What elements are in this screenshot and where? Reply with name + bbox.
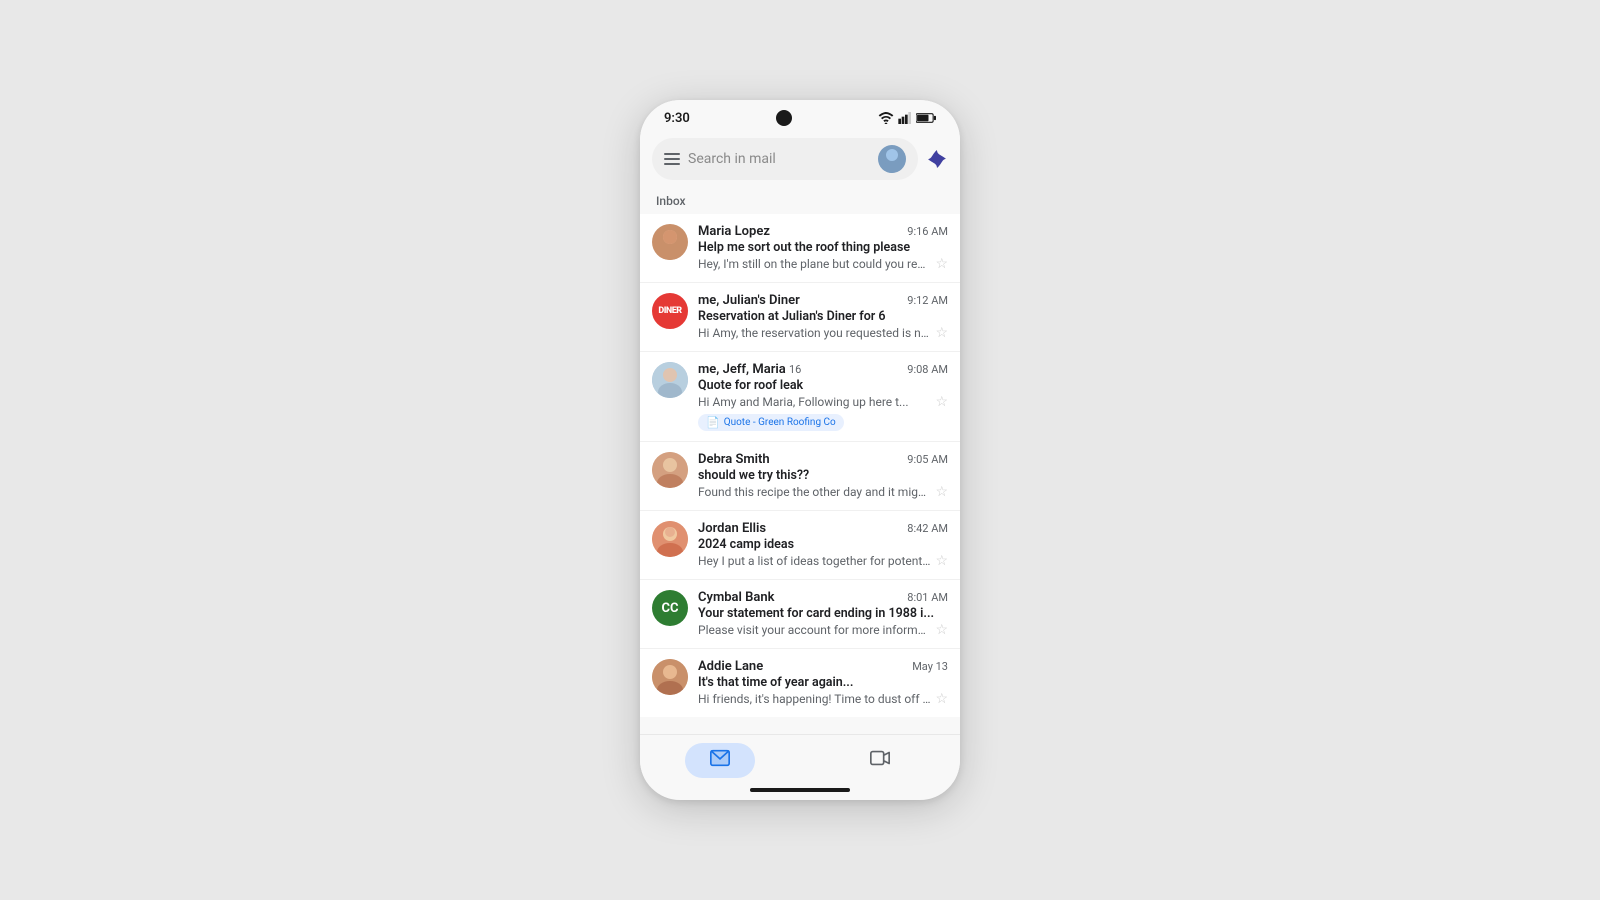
email-subject: Quote for roof leak [698, 378, 948, 393]
email-preview-row: Hey I put a list of ideas together for p… [698, 553, 948, 569]
email-preview: Hi Amy, the reservation you requested is… [698, 326, 931, 340]
email-header: me, Jeff, Maria 16 9:08 AM [698, 362, 948, 377]
status-bar: 9:30 [640, 100, 960, 130]
email-preview: Hey, I'm still on the plane but could yo… [698, 257, 931, 271]
attachment-chip[interactable]: 📄 Quote - Green Roofing Co [698, 414, 844, 431]
email-time: 8:01 AM [907, 591, 948, 604]
search-bar-row: Search in mail [640, 130, 960, 190]
email-preview: Hey I put a list of ideas together for p… [698, 554, 931, 568]
user-avatar[interactable] [878, 145, 906, 173]
avatar: DINER [652, 293, 688, 329]
email-sender: Debra Smith [698, 452, 770, 467]
email-content: Cymbal Bank 8:01 AM Your statement for c… [698, 590, 948, 638]
email-preview: Hi friends, it's happening! Time to dust… [698, 692, 931, 706]
star-icon[interactable]: ☆ [935, 256, 948, 272]
avatar: CC [652, 590, 688, 626]
nav-meet[interactable] [845, 743, 915, 778]
star-icon[interactable]: ☆ [935, 622, 948, 638]
nav-mail[interactable] [685, 743, 755, 778]
email-header: Debra Smith 9:05 AM [698, 452, 948, 467]
star-icon[interactable]: ☆ [935, 553, 948, 569]
home-indicator [750, 788, 850, 792]
email-time: 9:05 AM [907, 453, 948, 466]
search-input-placeholder[interactable]: Search in mail [688, 151, 870, 167]
email-preview-row: Please visit your account for more infor… [698, 622, 948, 638]
email-sender: Jordan Ellis [698, 521, 766, 536]
avatar [652, 659, 688, 695]
email-time: 8:42 AM [907, 522, 948, 535]
email-time: May 13 [912, 660, 948, 673]
star-icon[interactable]: ☆ [935, 691, 948, 707]
email-header: Maria Lopez 9:16 AM [698, 224, 948, 239]
email-preview-row: Hi Amy, the reservation you requested is… [698, 325, 948, 341]
email-content: me, Jeff, Maria 16 9:08 AM Quote for roo… [698, 362, 948, 431]
email-preview: Please visit your account for more infor… [698, 623, 931, 637]
email-content: Debra Smith 9:05 AM should we try this??… [698, 452, 948, 500]
email-item[interactable]: Maria Lopez 9:16 AM Help me sort out the… [640, 214, 960, 283]
attachment-label: Quote - Green Roofing Co [724, 417, 836, 428]
email-preview: Found this recipe the other day and it m… [698, 485, 931, 499]
avatar [652, 362, 688, 398]
email-sender: me, Julian's Diner [698, 293, 800, 308]
email-subject: Help me sort out the roof thing please [698, 240, 948, 255]
email-sender: Cymbal Bank [698, 590, 775, 605]
star-icon[interactable]: ☆ [935, 484, 948, 500]
email-subject: 2024 camp ideas [698, 537, 948, 552]
camera-dot [776, 110, 792, 126]
email-preview: Hi Amy and Maria, Following up here t... [698, 395, 931, 409]
gemini-button[interactable] [926, 148, 948, 170]
email-content: Jordan Ellis 8:42 AM 2024 camp ideas Hey… [698, 521, 948, 569]
search-bar[interactable]: Search in mail [652, 138, 918, 180]
email-subject: Your statement for card ending in 1988 i… [698, 606, 948, 621]
email-preview-row: Hi friends, it's happening! Time to dust… [698, 691, 948, 707]
bottom-nav [640, 734, 960, 782]
battery-icon [916, 112, 936, 124]
email-header: me, Julian's Diner 9:12 AM [698, 293, 948, 308]
email-time: 9:12 AM [907, 294, 948, 307]
email-list: Maria Lopez 9:16 AM Help me sort out the… [640, 214, 960, 734]
avatar [652, 452, 688, 488]
signal-icon [898, 112, 912, 124]
phone-frame: 9:30 [640, 100, 960, 800]
email-content: Addie Lane May 13 It's that time of year… [698, 659, 948, 707]
attachment-icon: 📄 [706, 416, 720, 429]
email-item[interactable]: CC Cymbal Bank 8:01 AM Your statement fo… [640, 580, 960, 649]
avatar [652, 224, 688, 260]
wifi-icon [878, 112, 894, 124]
email-sender: me, Jeff, Maria 16 [698, 362, 801, 377]
email-header: Addie Lane May 13 [698, 659, 948, 674]
email-item[interactable]: DINER me, Julian's Diner 9:12 AM Reserva… [640, 283, 960, 352]
email-item[interactable]: Addie Lane May 13 It's that time of year… [640, 649, 960, 717]
email-content: Maria Lopez 9:16 AM Help me sort out the… [698, 224, 948, 272]
avatar [652, 521, 688, 557]
star-icon[interactable]: ☆ [935, 325, 948, 341]
email-preview-row: Hi Amy and Maria, Following up here t...… [698, 394, 948, 410]
email-item[interactable]: Jordan Ellis 8:42 AM 2024 camp ideas Hey… [640, 511, 960, 580]
email-preview-row: Found this recipe the other day and it m… [698, 484, 948, 500]
inbox-label: Inbox [640, 190, 960, 214]
email-preview-row: Hey, I'm still on the plane but could yo… [698, 256, 948, 272]
email-item[interactable]: Debra Smith 9:05 AM should we try this??… [640, 442, 960, 511]
star-icon[interactable]: ☆ [935, 394, 948, 410]
meet-icon [869, 747, 891, 774]
email-sender: Maria Lopez [698, 224, 770, 239]
email-header: Cymbal Bank 8:01 AM [698, 590, 948, 605]
email-time: 9:16 AM [907, 225, 948, 238]
email-header: Jordan Ellis 8:42 AM [698, 521, 948, 536]
email-subject: It's that time of year again... [698, 675, 948, 690]
email-content: me, Julian's Diner 9:12 AM Reservation a… [698, 293, 948, 341]
email-subject: should we try this?? [698, 468, 948, 483]
status-icons [878, 112, 936, 124]
email-sender: Addie Lane [698, 659, 763, 674]
email-item[interactable]: me, Jeff, Maria 16 9:08 AM Quote for roo… [640, 352, 960, 442]
email-time: 9:08 AM [907, 363, 948, 376]
mail-icon [709, 747, 731, 774]
hamburger-icon[interactable] [664, 153, 680, 165]
email-subject: Reservation at Julian's Diner for 6 [698, 309, 948, 324]
status-time: 9:30 [664, 111, 690, 126]
